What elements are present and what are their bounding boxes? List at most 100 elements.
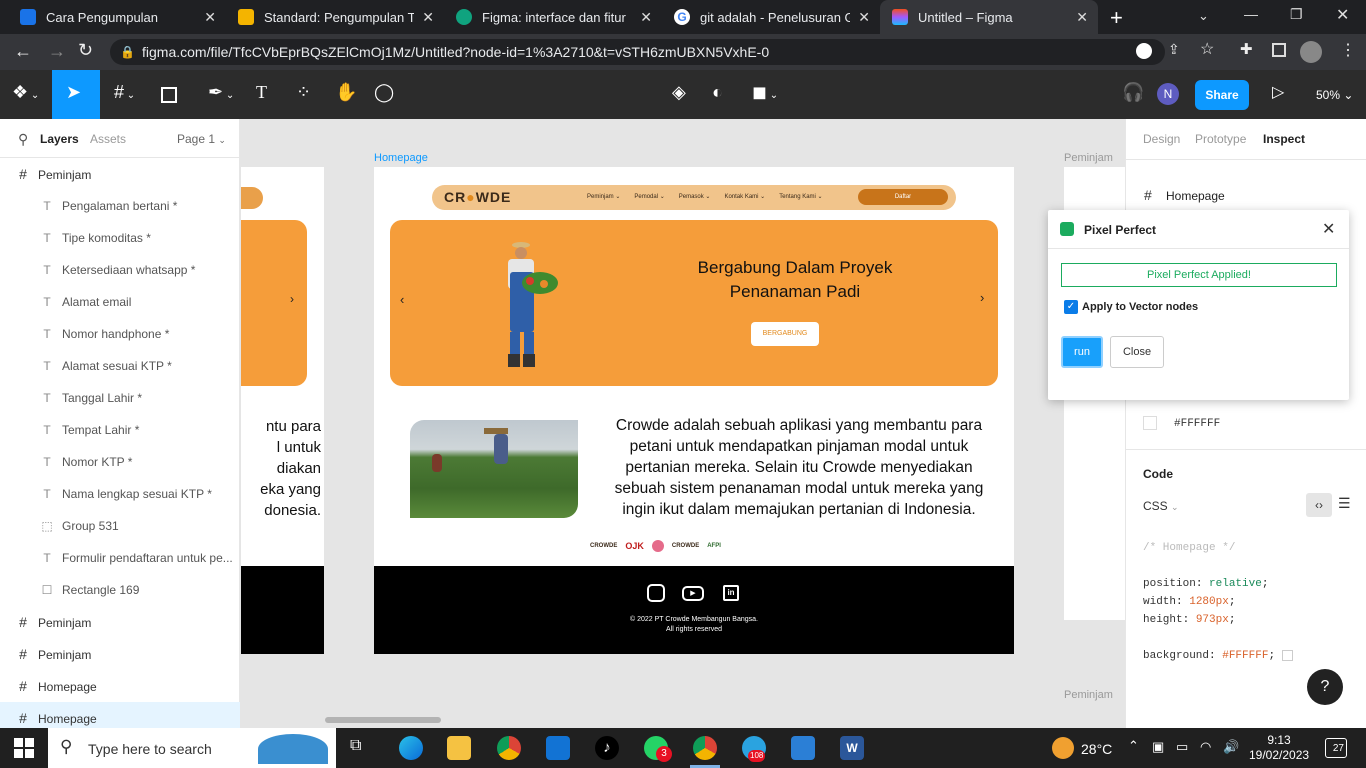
chrome-active-icon[interactable]: [693, 736, 717, 760]
frame-homepage[interactable]: CR●WDE Peminjam ⌄ Pemodal ⌄ Pemasok ⌄ Ko…: [374, 167, 1014, 654]
layer-row[interactable]: T Pengalaman bertani *: [0, 190, 240, 222]
share-page-icon[interactable]: ⇪: [1168, 41, 1180, 58]
contrast-icon[interactable]: ◐: [712, 82, 723, 103]
browser-menu-icon[interactable]: ⋮: [1340, 40, 1356, 60]
layer-row[interactable]: # Peminjam: [0, 638, 240, 670]
layer-row[interactable]: T Tipe komoditas *: [0, 222, 240, 254]
layer-row[interactable]: T Formulir pendaftaran untuk pe...: [0, 542, 240, 574]
page-dropdown[interactable]: Page 1 ⌄: [177, 132, 226, 146]
new-tab-button[interactable]: +: [1110, 5, 1123, 31]
resources-icon[interactable]: ⁘: [296, 82, 311, 103]
mail-icon[interactable]: [546, 736, 570, 760]
url-input[interactable]: 🔒 figma.com/file/TfcCVbEprBQsZElCmOj1Mz/…: [110, 39, 1165, 65]
vector-nodes-checkbox[interactable]: ✓: [1064, 300, 1078, 314]
rectangle-tool-icon[interactable]: [161, 87, 177, 103]
browser-tab[interactable]: Cara Pengumpulan ✕: [8, 0, 226, 34]
layer-row[interactable]: T Alamat sesuai KTP *: [0, 350, 240, 382]
layer-row[interactable]: # Homepage: [0, 670, 240, 702]
boolean-icon[interactable]: ◼ ⌄: [752, 82, 778, 103]
tab-inspect[interactable]: Inspect: [1263, 132, 1305, 146]
close-tab-icon[interactable]: ✕: [204, 9, 216, 26]
tab-search-icon[interactable]: ⌄: [1198, 8, 1209, 24]
browser-tab-active[interactable]: Untitled – Figma ✕: [880, 0, 1098, 34]
file-explorer-icon[interactable]: [447, 736, 471, 760]
layer-row[interactable]: T Nomor handphone *: [0, 318, 240, 350]
layer-row[interactable]: # Peminjam: [0, 606, 240, 638]
weather-temp[interactable]: 28°C: [1081, 741, 1112, 757]
restore-icon[interactable]: ❐: [1290, 6, 1303, 23]
layer-row[interactable]: T Alamat email: [0, 286, 240, 318]
windows-start-icon[interactable]: [14, 738, 34, 758]
layer-row[interactable]: T Nomor KTP *: [0, 446, 240, 478]
profile-avatar[interactable]: [1300, 41, 1322, 63]
figma-canvas[interactable]: › ntu para l untuk diakan eka yang dones…: [241, 119, 1125, 728]
list-view-icon[interactable]: ☰: [1338, 495, 1351, 512]
audio-icon[interactable]: 🎧: [1122, 82, 1144, 103]
layer-row[interactable]: ☐ Rectangle 169: [0, 574, 240, 606]
layer-row[interactable]: # Peminjam: [0, 158, 240, 190]
google-lens-icon[interactable]: [1136, 43, 1152, 59]
close-tab-icon[interactable]: ✕: [422, 9, 434, 26]
close-button[interactable]: Close: [1110, 336, 1164, 368]
layers-search-icon[interactable]: ⚲: [18, 131, 28, 148]
battery-icon[interactable]: ▭: [1176, 739, 1188, 755]
minimize-icon[interactable]: —: [1244, 6, 1258, 22]
forward-icon[interactable]: →: [48, 41, 66, 62]
frame-label[interactable]: Homepage: [374, 152, 428, 164]
tiktok-icon[interactable]: ♪: [595, 736, 619, 760]
run-button[interactable]: run: [1061, 336, 1103, 368]
fill-hex[interactable]: #FFFFFF: [1174, 418, 1220, 430]
network-device-icon[interactable]: ▣: [1152, 739, 1164, 755]
component-icon[interactable]: ◈: [672, 82, 686, 103]
volume-icon[interactable]: 🔊: [1223, 739, 1239, 755]
wifi-icon[interactable]: ◠: [1200, 739, 1211, 755]
reload-icon[interactable]: ↻: [78, 40, 93, 61]
fill-swatch[interactable]: [1143, 416, 1157, 430]
word-icon[interactable]: W: [840, 736, 864, 760]
close-tab-icon[interactable]: ✕: [640, 9, 652, 26]
close-plugin-icon[interactable]: ✕: [1322, 219, 1335, 239]
extensions-icon[interactable]: ✚: [1240, 40, 1253, 58]
zoom-dropdown[interactable]: 50% ⌄: [1316, 88, 1353, 102]
layer-row[interactable]: ⬚ Group 531: [0, 510, 240, 542]
close-tab-icon[interactable]: ✕: [858, 9, 870, 26]
browser-tab[interactable]: G git adalah - Penelusuran Goo ✕: [662, 0, 880, 34]
tab-layers[interactable]: Layers: [40, 132, 79, 146]
clock[interactable]: 9:13 19/02/2023: [1249, 733, 1309, 763]
weather-icon[interactable]: [1052, 737, 1074, 759]
tray-chevron-icon[interactable]: ⌃: [1128, 738, 1139, 754]
tab-assets[interactable]: Assets: [90, 132, 126, 146]
horizontal-scrollbar[interactable]: [325, 717, 441, 723]
side-panel-icon[interactable]: [1272, 43, 1286, 57]
vscode-icon[interactable]: [791, 736, 815, 760]
user-avatar[interactable]: N: [1157, 83, 1179, 105]
pen-tool-icon[interactable]: ✒ ⌄: [208, 82, 234, 103]
taskbar-search-box[interactable]: ⚲ Type here to search: [48, 728, 336, 768]
hand-tool-icon[interactable]: ✋: [335, 82, 357, 103]
close-window-icon[interactable]: ✕: [1336, 5, 1349, 25]
browser-tab[interactable]: Figma: interface dan fitur ✕: [444, 0, 662, 34]
tab-prototype[interactable]: Prototype: [1195, 132, 1246, 146]
notification-center[interactable]: 27: [1325, 738, 1347, 758]
edge-icon[interactable]: [399, 736, 423, 760]
move-tool-button[interactable]: ➤: [52, 70, 100, 119]
layer-row[interactable]: T Tanggal Lahir *: [0, 382, 240, 414]
telegram-icon[interactable]: 108: [742, 736, 766, 762]
figma-menu-icon[interactable]: ❖ ⌄: [12, 82, 39, 103]
help-button[interactable]: ?: [1307, 669, 1343, 705]
frame-label-peminjam[interactable]: Peminjam: [1064, 152, 1113, 164]
frame-tool-icon[interactable]: # ⌄: [114, 82, 135, 103]
layer-row[interactable]: T Tempat Lahir *: [0, 414, 240, 446]
frame-label-peminjam[interactable]: Peminjam: [1064, 689, 1113, 701]
browser-tab[interactable]: Standard: Pengumpulan Tug ✕: [226, 0, 444, 34]
tab-design[interactable]: Design: [1143, 132, 1180, 146]
comment-tool-icon[interactable]: ◯: [374, 82, 394, 103]
task-view-icon[interactable]: ⧉: [350, 737, 361, 755]
back-icon[interactable]: ←: [14, 41, 32, 62]
layer-row[interactable]: T Ketersediaan whatsapp *: [0, 254, 240, 286]
present-icon[interactable]: ▷: [1272, 82, 1284, 102]
layer-row[interactable]: T Nama lengkap sesuai KTP *: [0, 478, 240, 510]
close-tab-icon[interactable]: ✕: [1076, 9, 1088, 26]
code-view-icon[interactable]: ‹›: [1306, 493, 1332, 517]
whatsapp-icon[interactable]: 3: [644, 736, 672, 762]
